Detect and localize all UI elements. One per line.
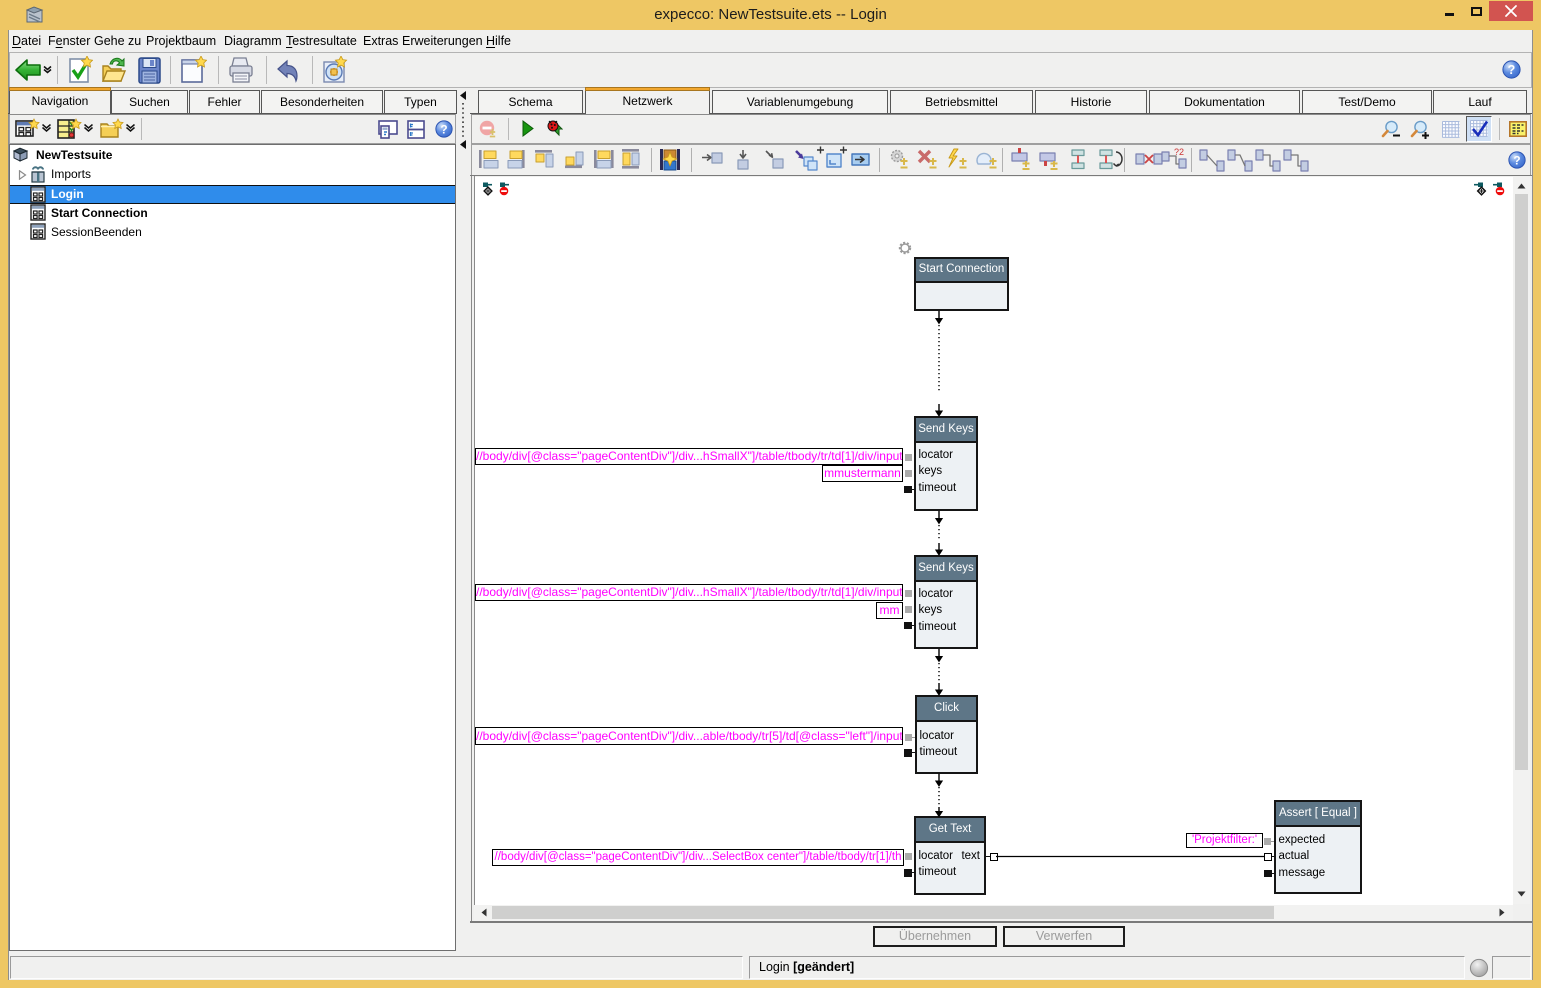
svg-text:?2: ?2 bbox=[1174, 147, 1184, 157]
svg-text:?: ? bbox=[1508, 63, 1516, 77]
svg-text:?: ? bbox=[440, 122, 447, 136]
svg-text:?: ? bbox=[1513, 153, 1520, 167]
